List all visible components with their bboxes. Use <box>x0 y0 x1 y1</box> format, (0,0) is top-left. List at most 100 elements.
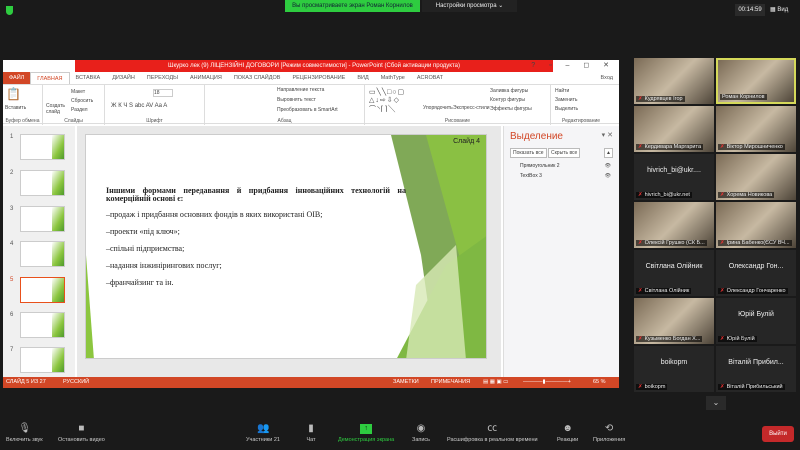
participant-name-label: ✗ Віктор Мирошниченко <box>718 144 785 150</box>
participant-tile[interactable]: Олександр Гон... ✗ Олександр Гончаренко <box>716 250 796 296</box>
participant-name: Світлана Олійник <box>644 288 690 294</box>
replace-button[interactable]: Заменить <box>555 97 577 103</box>
select-button[interactable]: Выделить <box>555 106 578 112</box>
zoom-slider[interactable]: –―――▮――――+ <box>523 377 571 388</box>
selection-item[interactable]: Прямоугольник 2 <box>520 163 560 169</box>
hide-all-button[interactable]: Скрыть все <box>548 148 581 158</box>
participant-name: Хорема Новикова <box>726 192 773 198</box>
comments-button[interactable]: ПРИМЕЧАНИЯ <box>431 377 470 388</box>
muted-mic-icon: ✗ <box>638 144 643 150</box>
participant-name-label: ✗ Кердивара Маргарита <box>636 144 704 150</box>
tab-home[interactable]: ГЛАВНАЯ <box>30 72 70 84</box>
paste-icon: 📋 <box>6 87 21 101</box>
participant-tile[interactable]: hivrich_bi@ukr.... ✗ hivrich_bi@ukr.net <box>634 154 714 200</box>
apps-button[interactable]: ⟲ Приложения <box>593 424 625 444</box>
stop-video-button[interactable]: ■ Остановить видео <box>58 424 105 444</box>
tab-review[interactable]: РЕЦЕНЗИРОВАНИЕ <box>286 72 351 84</box>
font-style-buttons[interactable]: Ж К Ч S abc AV Aa A <box>111 103 167 109</box>
unmute-button[interactable]: 🎙 Включить звук <box>6 424 43 444</box>
participant-tile[interactable]: Роман Корнилов <box>716 58 796 104</box>
tab-acrobat[interactable]: ACROBAT <box>411 72 449 84</box>
section-button[interactable]: Раздел <box>71 107 88 113</box>
chevron-down-icon[interactable]: ⌄ <box>706 396 726 410</box>
reorder-up-icon[interactable]: ▲ <box>604 148 613 158</box>
layout-button[interactable]: Макет <box>71 89 85 95</box>
participant-tile[interactable]: ✗ Ірина Бабенко(ЄСУ ВЧ... <box>716 202 796 248</box>
arrange-button[interactable]: Упорядочить <box>423 105 453 111</box>
tab-view[interactable]: ВИД <box>351 72 374 84</box>
tab-file[interactable]: ФАЙЛ <box>3 72 31 84</box>
participant-name: Кудрявцев Ігор <box>644 96 683 102</box>
participant-tile[interactable]: ✗ Кердивара Маргарита <box>634 106 714 152</box>
participant-tile[interactable]: ✗ Олексій Грушко (СК Б... <box>634 202 714 248</box>
participants-button[interactable]: 👥 Участники 21 <box>246 424 280 444</box>
participant-name: Кердивара Маргарита <box>644 144 702 150</box>
slide-thumbnail-selected[interactable] <box>20 277 65 303</box>
record-button[interactable]: ◉ Запись <box>412 424 430 444</box>
label: Остановить видео <box>58 437 105 443</box>
participant-tile[interactable]: ✗ Кудрявцев Ігор <box>634 58 714 104</box>
participant-tile[interactable]: Віталій Прибил... ✗ Віталій Прибильський <box>716 346 796 392</box>
find-button[interactable]: Найти <box>555 88 569 94</box>
muted-mic-icon: ✗ <box>720 336 725 342</box>
muted-mic-icon: ✗ <box>638 336 643 342</box>
slide-thumbnail[interactable] <box>20 347 65 373</box>
font-size-field[interactable]: 18 <box>153 89 173 97</box>
paste-button[interactable]: Вставить <box>5 105 26 111</box>
participant-tile[interactable]: boikopm ✗ boikopm <box>634 346 714 392</box>
muted-mic-icon: ✗ <box>638 288 643 294</box>
eye-icon[interactable]: 👁 <box>605 163 611 169</box>
close-icon[interactable]: ▾ ✕ <box>602 131 613 139</box>
slide-thumbnails-panel[interactable]: 1 2 3 4 5 6 7 <box>3 126 75 377</box>
tab-design[interactable]: ДИЗАЙН <box>106 72 141 84</box>
slide-thumbnail[interactable] <box>20 206 65 232</box>
leave-button[interactable]: Выйти <box>762 426 794 442</box>
participant-tile[interactable]: ✗ Кузьменко Богдан Х... <box>634 298 714 344</box>
show-all-button[interactable]: Показать все <box>510 148 547 158</box>
quick-styles-button[interactable]: Экспресс-стили <box>453 105 490 111</box>
participant-tile[interactable]: Світлана Олійник ✗ Світлана Олійник <box>634 250 714 296</box>
tab-insert[interactable]: ВСТАВКА <box>70 72 107 84</box>
shape-outline-button[interactable]: Контур фигуры <box>490 97 525 103</box>
slide-thumbnail[interactable] <box>20 170 65 196</box>
selection-pane-title: Выделение <box>510 131 563 142</box>
new-slide-button[interactable]: Создать слайд <box>46 103 68 115</box>
shape-effects-button[interactable]: Эффекты фигуры <box>490 106 532 112</box>
tab-mathtype[interactable]: MathType <box>375 72 411 84</box>
chat-button[interactable]: ▮ Чат <box>305 424 317 444</box>
tab-transitions[interactable]: ПЕРЕХОДЫ <box>141 72 184 84</box>
slide-canvas[interactable]: Слайд 4 Іншими формами передавання й при… <box>85 134 487 359</box>
zoom-level[interactable]: 65 % <box>593 377 606 388</box>
slide-thumbnail[interactable] <box>20 134 65 160</box>
language[interactable]: РУССКИЙ <box>63 377 89 388</box>
participant-tile[interactable]: Юрій Булій ✗ Юрій Булій <box>716 298 796 344</box>
window-controls[interactable]: ? ▫ – ◻ ✕ <box>531 60 615 72</box>
captions-button[interactable]: ㏄ Расшифровка в реальном времени <box>447 424 538 444</box>
login-link[interactable]: Вход <box>595 72 619 84</box>
participant-name-label: ✗ Світлана Олійник <box>636 288 692 294</box>
align-text-button[interactable]: Выровнять текст <box>277 97 316 103</box>
shape-fill-button[interactable]: Заливка фигуры <box>490 88 528 94</box>
reactions-button[interactable]: ☻ Реакции <box>557 424 578 444</box>
selection-item[interactable]: TextBox 3 <box>520 173 542 179</box>
share-screen-button[interactable]: ↑ Демонстрация экрана <box>338 424 394 443</box>
participant-name-label: ✗ Олександр Гончаренко <box>718 288 788 294</box>
notes-button[interactable]: ЗАМЕТКИ <box>393 377 419 388</box>
text-direction-button[interactable]: Направление текста <box>277 87 324 93</box>
reset-button[interactable]: Сбросить <box>71 98 93 104</box>
tab-slideshow[interactable]: ПОКАЗ СЛАЙДОВ <box>228 72 287 84</box>
participant-tile[interactable]: ✗ Хорема Новикова <box>716 154 796 200</box>
view-button[interactable]: ▦ Вид <box>770 4 788 16</box>
slide-thumbnail[interactable] <box>20 241 65 267</box>
smartart-button[interactable]: Преобразовать в SmartArt <box>277 107 338 113</box>
participant-tile[interactable]: ✗ Віктор Мирошниченко <box>716 106 796 152</box>
encryption-shield-icon[interactable] <box>6 6 13 15</box>
slide-textbox[interactable]: Іншими формами передавання й придбання і… <box>106 187 406 296</box>
shapes-gallery[interactable]: ▭╲╲□○▢ △↓⇨⇩◇ ⌒◝⌈⌉╲ <box>369 88 405 114</box>
tab-animation[interactable]: АНИМАЦИЯ <box>184 72 228 84</box>
view-buttons[interactable]: ▤ ▦ ▣ ▭ <box>483 377 508 388</box>
eye-icon[interactable]: 👁 <box>605 173 611 179</box>
participant-gallery: ✗ Кудрявцев Ігор Роман Корнилов ✗ Кердивара … <box>633 58 800 398</box>
slide-thumbnail[interactable] <box>20 312 65 338</box>
view-options-button[interactable]: Настройки просмотра ⌄ <box>422 0 517 12</box>
